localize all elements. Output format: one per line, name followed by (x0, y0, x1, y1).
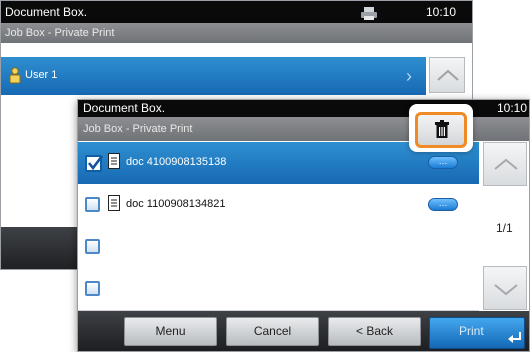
user-lock-icon (9, 67, 21, 84)
document-detail-button[interactable]: … (428, 156, 458, 169)
user-row[interactable]: User 1 › (1, 57, 426, 95)
back-subtitle: Job Box - Private Print (5, 27, 115, 39)
bottom-button-bar: Menu Cancel < Back Print (78, 311, 529, 351)
delete-button-highlight (415, 112, 467, 148)
document-detail-button[interactable]: … (428, 198, 458, 211)
page-indicator: 1/1 (496, 221, 513, 235)
document-checkbox-checked[interactable] (85, 155, 103, 172)
empty-row[interactable] (78, 226, 479, 269)
empty-row[interactable] (78, 268, 479, 311)
chevron-right-icon: › (406, 66, 412, 86)
document-icon (108, 195, 120, 211)
menu-button[interactable]: Menu (124, 317, 217, 346)
trash-icon (435, 120, 449, 138)
user-label: User 1 (25, 69, 58, 81)
front-clock: 10:10 (497, 101, 528, 115)
document-name: doc 1100908134821 (126, 198, 226, 210)
print-button[interactable]: Print (429, 317, 525, 349)
back-title: Document Box. (5, 5, 88, 19)
front-subtitle: Job Box - Private Print (83, 123, 193, 135)
back-button[interactable]: < Back (328, 317, 421, 346)
back-subtitle-bar: Job Box - Private Print (1, 23, 472, 43)
scroll-up-button[interactable] (483, 142, 527, 186)
document-name: doc 4100908135138 (126, 156, 227, 168)
front-title: Document Box. (83, 101, 166, 115)
document-icon (108, 153, 120, 169)
print-button-label: Print (459, 324, 484, 338)
enter-arrow-icon (508, 332, 521, 343)
back-clock: 10:10 (426, 5, 457, 19)
printer-icon (361, 5, 377, 20)
back-scroll-up-button[interactable] (429, 57, 465, 93)
document-checkbox[interactable] (85, 197, 100, 212)
scroll-down-button[interactable] (483, 266, 527, 310)
delete-button[interactable] (409, 104, 473, 152)
empty-checkbox[interactable] (85, 239, 100, 254)
document-row-2[interactable]: doc 1100908134821 … (78, 184, 479, 227)
cancel-button[interactable]: Cancel (226, 317, 319, 346)
empty-checkbox[interactable] (85, 281, 100, 296)
back-title-bar: Document Box. 10:10 (1, 1, 472, 23)
